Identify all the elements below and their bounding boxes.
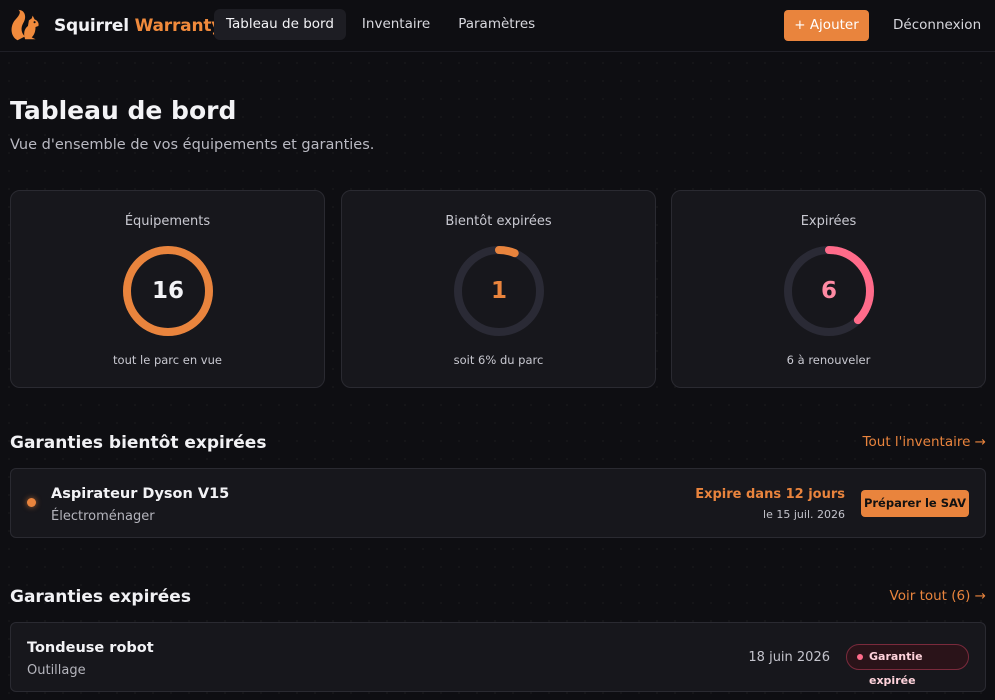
add-button[interactable]: + Ajouter	[784, 10, 869, 41]
list-item[interactable]: Aspirateur Dyson V15 Électroménager Expi…	[10, 468, 986, 538]
stat-value: 16	[151, 278, 184, 304]
item-category: Électroménager	[51, 509, 155, 524]
prepare-sav-button[interactable]: Préparer le SAV	[861, 490, 969, 517]
stat-label: Expirées	[800, 214, 857, 229]
logout-link[interactable]: Déconnexion	[893, 17, 981, 33]
item-name: Tondeuse robot	[27, 640, 154, 656]
section-title-soon: Garanties bientôt expirées	[10, 433, 267, 453]
brand-name: Squirrel Warranty	[54, 16, 222, 36]
list-item[interactable]: Tondeuse robot Outillage 18 juin 2026 Ga…	[10, 622, 986, 692]
status-badge: Garantie expirée	[846, 644, 969, 687]
see-all-expired-link[interactable]: Voir tout (6) →	[890, 588, 986, 604]
brand-name-part1: Squirrel	[54, 16, 129, 36]
page-title: Tableau de bord	[10, 96, 237, 125]
stat-label: Bientôt expirées	[445, 214, 552, 229]
all-inventory-link[interactable]: Tout l'inventaire →	[863, 434, 986, 450]
page-subtitle: Vue d'ensemble de vos équipements et gar…	[10, 137, 375, 153]
expire-date: le 15 juil. 2026	[763, 508, 845, 521]
status-dot-icon	[857, 654, 863, 660]
item-name: Aspirateur Dyson V15	[51, 486, 230, 502]
item-category: Outillage	[27, 663, 86, 678]
main-nav: Tableau de bord Inventaire Paramètres	[214, 9, 551, 40]
top-bar: Squirrel Warranty Tableau de bord Invent…	[0, 0, 995, 52]
stat-value: 1	[490, 278, 507, 304]
nav-inventaire[interactable]: Inventaire	[350, 9, 442, 40]
stat-card-equipements: Équipements 16 tout le parc en vue	[10, 190, 325, 388]
brand[interactable]: Squirrel Warranty	[8, 8, 222, 44]
warning-dot-icon	[27, 498, 36, 507]
stat-card-bientot-expirees: Bientôt expirées 1 soit 6% du parc	[341, 190, 656, 388]
nav-tableau-de-bord[interactable]: Tableau de bord	[214, 9, 346, 40]
stat-label: Équipements	[124, 214, 211, 229]
stat-footer: tout le parc en vue	[113, 353, 222, 367]
stat-footer: soit 6% du parc	[453, 353, 544, 367]
stat-card-expirees: Expirées 6 6 à renouveler	[671, 190, 986, 388]
nav-parametres[interactable]: Paramètres	[446, 9, 547, 40]
status-badge-label: Garantie expirée	[869, 650, 923, 687]
section-title-expired: Garanties expirées	[10, 587, 191, 607]
expire-countdown: Expire dans 12 jours	[695, 487, 845, 502]
brand-name-part2: Warranty	[134, 16, 223, 36]
squirrel-icon	[8, 8, 46, 44]
stat-footer: 6 à renouveler	[786, 353, 871, 367]
expired-date: 18 juin 2026	[748, 650, 830, 665]
stat-value: 6	[820, 278, 837, 304]
